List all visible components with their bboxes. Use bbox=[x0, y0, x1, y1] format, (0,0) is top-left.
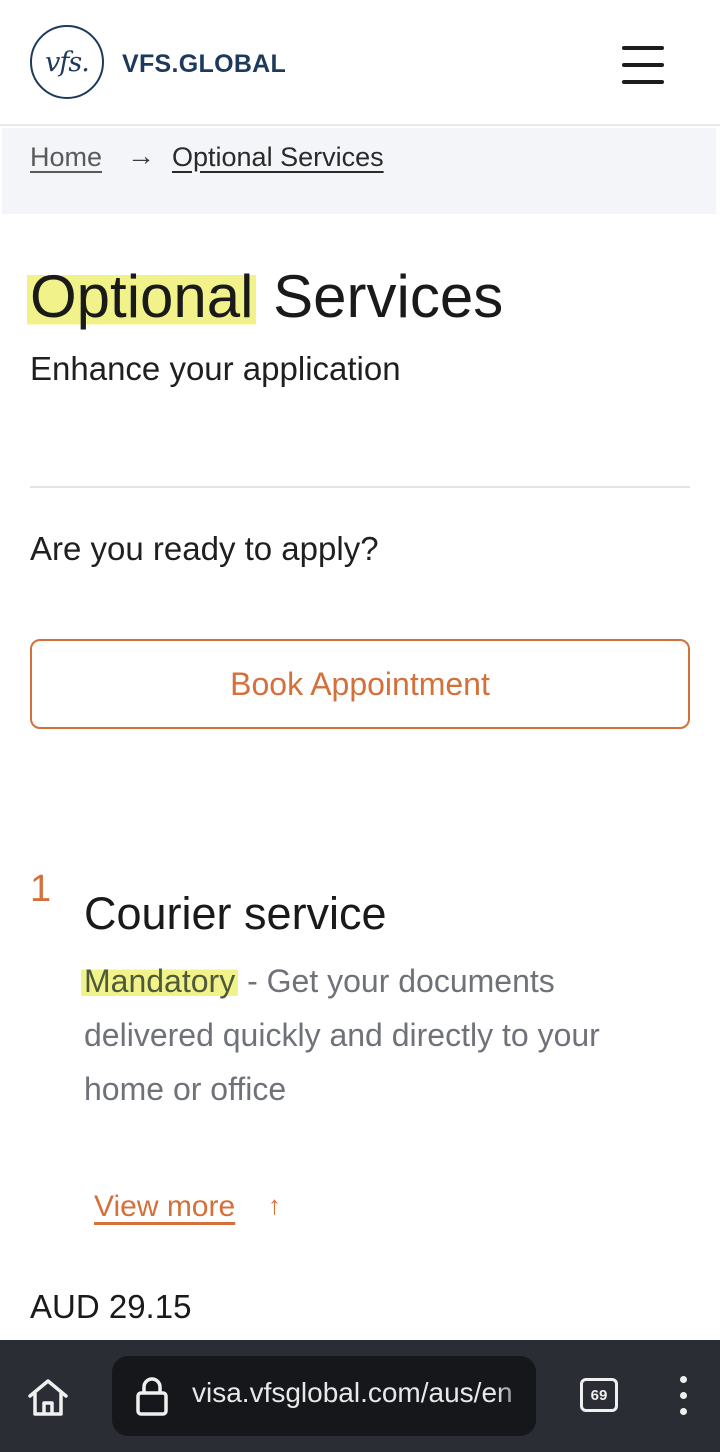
view-more-link[interactable]: View more bbox=[94, 1190, 235, 1224]
url-text: visa.vfsglobal.com/aus/en bbox=[192, 1377, 513, 1408]
site-header: vfs. VFS.GLOBAL bbox=[0, 0, 720, 126]
vfs-logo-mark[interactable]: vfs. bbox=[30, 25, 104, 99]
breadcrumb-home-link[interactable]: Home bbox=[30, 142, 102, 173]
ready-question: Are you ready to apply? bbox=[30, 530, 379, 567]
home-icon[interactable] bbox=[22, 1372, 74, 1424]
service-description: Mandatory - Get your documents delivered… bbox=[81, 954, 684, 1116]
logo-text[interactable]: VFS.GLOBAL bbox=[122, 50, 286, 79]
logo-mark-text: vfs. bbox=[45, 46, 90, 78]
more-vertical-icon[interactable] bbox=[670, 1374, 698, 1418]
page-subtitle: Enhance your application bbox=[30, 350, 401, 387]
service-number: 1 bbox=[30, 868, 52, 910]
book-appointment-button[interactable]: Book Appointment bbox=[30, 639, 690, 729]
tab-switcher-button[interactable]: 69 bbox=[580, 1378, 618, 1412]
arrow-up-icon[interactable]: ↑ bbox=[268, 1190, 281, 1221]
service-price: AUD 29.15 bbox=[30, 1288, 192, 1325]
mandatory-highlight: Mandatory bbox=[81, 963, 239, 999]
browser-toolbar: visa.vfsglobal.com/aus/en 69 bbox=[0, 1340, 720, 1452]
arrow-right-icon: → bbox=[127, 140, 155, 171]
url-fade bbox=[496, 1356, 536, 1436]
page-title: Optional Services bbox=[27, 262, 504, 331]
breadcrumb-current-link[interactable]: Optional Services bbox=[172, 142, 384, 173]
lock-icon[interactable] bbox=[134, 1376, 170, 1416]
title-highlighted-word: Optional bbox=[27, 263, 257, 330]
title-rest: Services bbox=[256, 263, 504, 330]
hamburger-menu-icon[interactable] bbox=[614, 40, 672, 90]
breadcrumb: Home → Optional Services bbox=[2, 128, 716, 214]
section-divider bbox=[30, 486, 690, 488]
service-title: Courier service bbox=[84, 888, 387, 939]
tab-count: 69 bbox=[590, 1386, 608, 1404]
address-bar[interactable]: visa.vfsglobal.com/aus/en bbox=[112, 1356, 536, 1436]
